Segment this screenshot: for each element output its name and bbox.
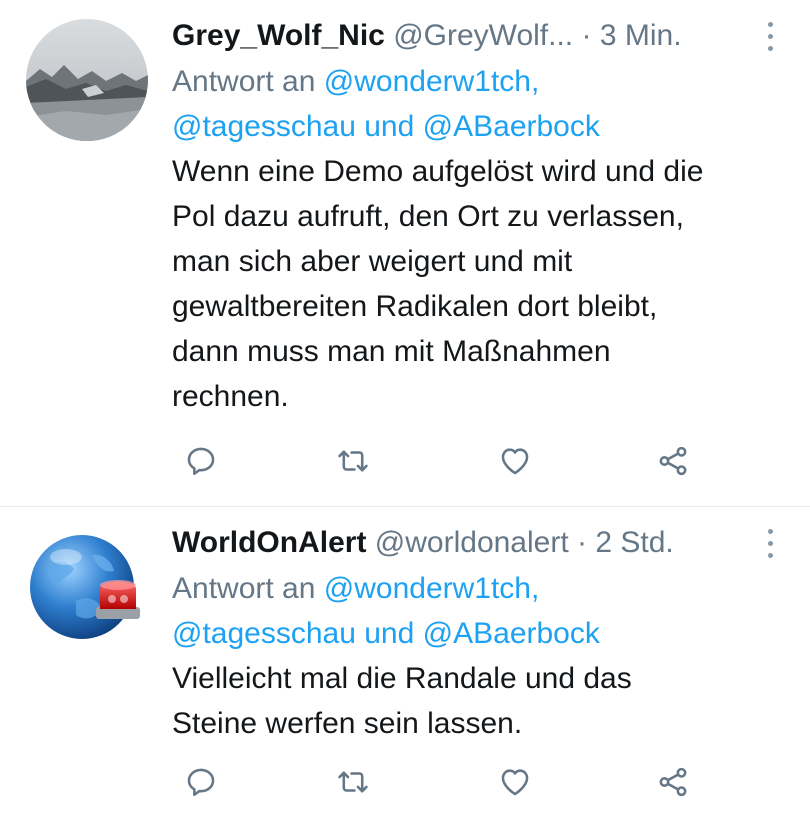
tweet-text-line: rechnen. [172, 380, 289, 413]
username[interactable]: @worldonalert [375, 526, 569, 559]
tweet-text-line: Pol dazu aufruft, den Ort zu verlassen, [172, 200, 684, 233]
reply-context: Antwort an @wonderw1tch, @tagesschau und… [172, 59, 780, 149]
reply-prefix: Antwort an [172, 572, 316, 605]
tweet-header: Grey_Wolf_Nic @GreyWolf... · 3 Min. [172, 14, 780, 58]
tweet[interactable]: WorldOnAlert @worldonalert · 2 Std. Antw… [0, 507, 810, 832]
tweet-text-line: dann muss man mit Maßnahmen [172, 335, 611, 368]
display-name[interactable]: Grey_Wolf_Nic [172, 19, 385, 52]
landscape-avatar-image [26, 19, 148, 141]
tweet-header: WorldOnAlert @worldonalert · 2 Std. [172, 521, 780, 565]
timestamp[interactable]: 3 Min. [600, 19, 682, 52]
username[interactable]: @GreyWolf... [393, 19, 573, 52]
reply-prefix: Antwort an [172, 65, 316, 98]
reply-and[interactable]: und [364, 110, 414, 143]
retweet-button[interactable] [328, 436, 378, 486]
mention-link[interactable]: @wonderw1tch, [324, 572, 540, 605]
share-button[interactable] [648, 757, 698, 807]
retweet-icon [338, 771, 368, 793]
tweet-content: Grey_Wolf_Nic @GreyWolf... · 3 Min. Antw… [172, 14, 780, 419]
heart-icon [501, 769, 529, 796]
tweet-content: WorldOnAlert @worldonalert · 2 Std. Antw… [172, 521, 780, 746]
mention-link[interactable]: @wonderw1tch, [324, 65, 540, 98]
reply-icon [187, 447, 215, 476]
tweet-actions [172, 757, 732, 807]
retweet-button[interactable] [328, 757, 378, 807]
separator: · [581, 19, 592, 52]
mention-link[interactable]: @ABaerbock [423, 110, 600, 143]
tweet-text-line: Wenn eine Demo aufgelöst wird und die [172, 155, 704, 188]
avatar[interactable] [26, 19, 148, 141]
timestamp[interactable]: 2 Std. [595, 526, 673, 559]
separator: · [577, 526, 588, 559]
reply-button[interactable] [176, 757, 226, 807]
more-options-icon[interactable] [760, 20, 780, 54]
more-options-icon[interactable] [760, 527, 780, 561]
tweet-actions [172, 436, 732, 486]
share-button[interactable] [648, 436, 698, 486]
tweet-text-line: man sich aber weigert und mit [172, 245, 573, 278]
tweet-text: Vielleicht mal die Randale und das Stein… [172, 656, 780, 746]
like-button[interactable] [490, 436, 540, 486]
mention-link[interactable]: @ABaerbock [423, 617, 600, 650]
heart-icon [501, 448, 529, 475]
tweet-text: Wenn eine Demo aufgelöst wird und die Po… [172, 149, 780, 419]
reply-and[interactable]: und [364, 617, 414, 650]
reply-icon [187, 768, 215, 797]
mention-link[interactable]: @tagesschau [172, 110, 356, 143]
like-button[interactable] [490, 757, 540, 807]
share-icon [659, 767, 687, 797]
mention-link[interactable]: @tagesschau [172, 617, 356, 650]
retweet-icon [338, 450, 368, 472]
display-name[interactable]: WorldOnAlert [172, 526, 366, 559]
tweet-text-line: gewaltbereiten Radikalen dort bleibt, [172, 290, 658, 323]
share-icon [659, 446, 687, 476]
avatar[interactable] [26, 531, 148, 653]
tweet[interactable]: Grey_Wolf_Nic @GreyWolf... · 3 Min. Antw… [0, 0, 810, 507]
reply-button[interactable] [176, 436, 226, 486]
tweet-text-line: Vielleicht mal die Randale und das [172, 662, 632, 695]
tweet-text-line: Steine werfen sein lassen. [172, 707, 523, 740]
reply-context: Antwort an @wonderw1tch, @tagesschau und… [172, 566, 780, 656]
globe-alarm-avatar-image [26, 531, 148, 653]
